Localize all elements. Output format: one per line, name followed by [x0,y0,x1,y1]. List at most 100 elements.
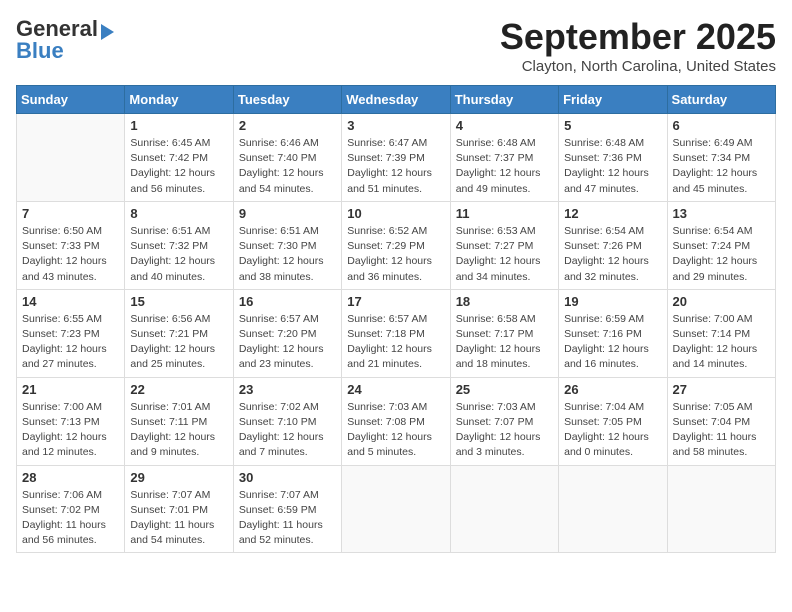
day-number: 19 [564,294,661,309]
day-number: 14 [22,294,119,309]
day-info: Sunrise: 7:02 AM Sunset: 7:10 PM Dayligh… [239,400,336,461]
day-number: 22 [130,382,227,397]
day-info: Sunrise: 6:48 AM Sunset: 7:36 PM Dayligh… [564,136,661,197]
day-number: 7 [22,206,119,221]
day-info: Sunrise: 6:51 AM Sunset: 7:30 PM Dayligh… [239,224,336,285]
day-number: 25 [456,382,553,397]
day-number: 27 [673,382,770,397]
page-header: General Blue September 2025 Clayton, Nor… [16,16,776,75]
day-number: 11 [456,206,553,221]
calendar-day-cell: 28 Sunrise: 7:06 AM Sunset: 7:02 PM Dayli… [17,465,125,553]
calendar-day-cell: 6 Sunrise: 6:49 AM Sunset: 7:34 PM Daylig… [667,114,775,202]
calendar-weekday-header: Tuesday [233,86,341,114]
day-number: 29 [130,470,227,485]
calendar-day-cell: 22 Sunrise: 7:01 AM Sunset: 7:11 PM Dayli… [125,377,233,465]
calendar-day-cell: 2 Sunrise: 6:46 AM Sunset: 7:40 PM Daylig… [233,114,341,202]
day-number: 28 [22,470,119,485]
day-number: 18 [456,294,553,309]
calendar-day-cell: 8 Sunrise: 6:51 AM Sunset: 7:32 PM Daylig… [125,201,233,289]
calendar-day-cell: 29 Sunrise: 7:07 AM Sunset: 7:01 PM Dayli… [125,465,233,553]
day-info: Sunrise: 7:05 AM Sunset: 7:04 PM Dayligh… [673,400,770,461]
month-title: September 2025 [500,16,776,58]
calendar-day-cell: 10 Sunrise: 6:52 AM Sunset: 7:29 PM Dayli… [342,201,450,289]
day-number: 13 [673,206,770,221]
calendar-day-cell: 11Sunrise: 6:53 AM Sunset: 7:27 PM Dayli… [450,201,558,289]
calendar-day-cell: 20 Sunrise: 7:00 AM Sunset: 7:14 PM Dayli… [667,289,775,377]
day-number: 23 [239,382,336,397]
day-info: Sunrise: 7:07 AM Sunset: 7:01 PM Dayligh… [130,488,227,549]
calendar-weekday-header: Thursday [450,86,558,114]
calendar-week-row: 1 Sunrise: 6:45 AM Sunset: 7:42 PM Daylig… [17,114,776,202]
day-number: 6 [673,118,770,133]
day-info: Sunrise: 7:03 AM Sunset: 7:07 PM Dayligh… [456,400,553,461]
day-info: Sunrise: 6:51 AM Sunset: 7:32 PM Dayligh… [130,224,227,285]
day-info: Sunrise: 6:58 AM Sunset: 7:17 PM Dayligh… [456,312,553,373]
calendar-body: 1 Sunrise: 6:45 AM Sunset: 7:42 PM Daylig… [17,114,776,553]
calendar-day-cell: 3Sunrise: 6:47 AM Sunset: 7:39 PM Daylig… [342,114,450,202]
day-number: 21 [22,382,119,397]
calendar-day-cell: 9 Sunrise: 6:51 AM Sunset: 7:30 PM Daylig… [233,201,341,289]
day-info: Sunrise: 6:57 AM Sunset: 7:20 PM Dayligh… [239,312,336,373]
day-number: 26 [564,382,661,397]
calendar-day-cell: 27 Sunrise: 7:05 AM Sunset: 7:04 PM Dayli… [667,377,775,465]
day-number: 9 [239,206,336,221]
calendar-day-cell: 26Sunrise: 7:04 AM Sunset: 7:05 PM Dayli… [559,377,667,465]
calendar-table: SundayMondayTuesdayWednesdayThursdayFrid… [16,85,776,553]
calendar-day-cell: 12 Sunrise: 6:54 AM Sunset: 7:26 PM Dayli… [559,201,667,289]
calendar-week-row: 7 Sunrise: 6:50 AM Sunset: 7:33 PM Daylig… [17,201,776,289]
day-number: 4 [456,118,553,133]
calendar-week-row: 21Sunrise: 7:00 AM Sunset: 7:13 PM Dayli… [17,377,776,465]
calendar-day-cell: 24 Sunrise: 7:03 AM Sunset: 7:08 PM Dayli… [342,377,450,465]
calendar-day-cell: 18 Sunrise: 6:58 AM Sunset: 7:17 PM Dayli… [450,289,558,377]
day-number: 10 [347,206,444,221]
day-number: 12 [564,206,661,221]
day-number: 17 [347,294,444,309]
day-number: 3 [347,118,444,133]
calendar-header-row: SundayMondayTuesdayWednesdayThursdayFrid… [17,86,776,114]
day-info: Sunrise: 7:01 AM Sunset: 7:11 PM Dayligh… [130,400,227,461]
day-number: 24 [347,382,444,397]
logo-blue: Blue [16,40,114,62]
calendar-day-cell: 19 Sunrise: 6:59 AM Sunset: 7:16 PM Dayli… [559,289,667,377]
day-info: Sunrise: 6:50 AM Sunset: 7:33 PM Dayligh… [22,224,119,285]
day-info: Sunrise: 6:49 AM Sunset: 7:34 PM Dayligh… [673,136,770,197]
day-number: 5 [564,118,661,133]
calendar-day-cell: 23 Sunrise: 7:02 AM Sunset: 7:10 PM Dayli… [233,377,341,465]
calendar-weekday-header: Wednesday [342,86,450,114]
calendar-day-cell [17,114,125,202]
calendar-day-cell [342,465,450,553]
day-info: Sunrise: 7:03 AM Sunset: 7:08 PM Dayligh… [347,400,444,461]
day-info: Sunrise: 7:00 AM Sunset: 7:14 PM Dayligh… [673,312,770,373]
calendar-day-cell [559,465,667,553]
calendar-day-cell: 4Sunrise: 6:48 AM Sunset: 7:37 PM Daylig… [450,114,558,202]
day-info: Sunrise: 6:52 AM Sunset: 7:29 PM Dayligh… [347,224,444,285]
calendar-weekday-header: Friday [559,86,667,114]
day-number: 20 [673,294,770,309]
day-number: 8 [130,206,227,221]
day-info: Sunrise: 6:45 AM Sunset: 7:42 PM Dayligh… [130,136,227,197]
calendar-day-cell: 13Sunrise: 6:54 AM Sunset: 7:24 PM Dayli… [667,201,775,289]
day-info: Sunrise: 6:57 AM Sunset: 7:18 PM Dayligh… [347,312,444,373]
day-info: Sunrise: 6:56 AM Sunset: 7:21 PM Dayligh… [130,312,227,373]
day-number: 30 [239,470,336,485]
calendar-day-cell: 7 Sunrise: 6:50 AM Sunset: 7:33 PM Daylig… [17,201,125,289]
calendar-day-cell: 17 Sunrise: 6:57 AM Sunset: 7:18 PM Dayli… [342,289,450,377]
day-number: 15 [130,294,227,309]
day-info: Sunrise: 6:55 AM Sunset: 7:23 PM Dayligh… [22,312,119,373]
calendar-day-cell: 15 Sunrise: 6:56 AM Sunset: 7:21 PM Dayli… [125,289,233,377]
calendar-weekday-header: Sunday [17,86,125,114]
calendar-day-cell: 16Sunrise: 6:57 AM Sunset: 7:20 PM Dayli… [233,289,341,377]
day-number: 2 [239,118,336,133]
location: Clayton, North Carolina, United States [500,58,776,75]
calendar-day-cell: 1 Sunrise: 6:45 AM Sunset: 7:42 PM Daylig… [125,114,233,202]
day-info: Sunrise: 6:54 AM Sunset: 7:26 PM Dayligh… [564,224,661,285]
calendar-day-cell: 5 Sunrise: 6:48 AM Sunset: 7:36 PM Daylig… [559,114,667,202]
calendar-week-row: 28 Sunrise: 7:06 AM Sunset: 7:02 PM Dayli… [17,465,776,553]
calendar-week-row: 14 Sunrise: 6:55 AM Sunset: 7:23 PM Dayli… [17,289,776,377]
day-info: Sunrise: 6:46 AM Sunset: 7:40 PM Dayligh… [239,136,336,197]
calendar-day-cell [667,465,775,553]
title-block: September 2025 Clayton, North Carolina, … [500,16,776,75]
day-info: Sunrise: 7:06 AM Sunset: 7:02 PM Dayligh… [22,488,119,549]
day-info: Sunrise: 6:59 AM Sunset: 7:16 PM Dayligh… [564,312,661,373]
day-number: 1 [130,118,227,133]
